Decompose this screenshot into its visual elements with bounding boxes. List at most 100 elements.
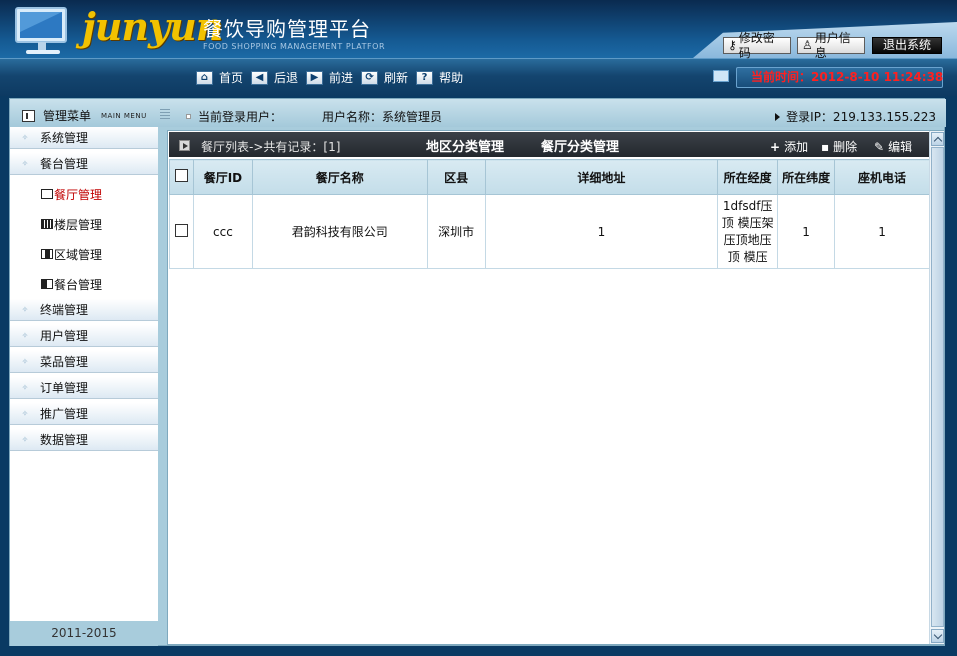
row-checkbox[interactable] xyxy=(174,223,188,237)
app-header: junyun 餐饮导购管理平台 FOOD SHOPPING MANAGEMENT… xyxy=(0,0,957,96)
row-select-cell xyxy=(169,194,194,269)
column-header[interactable]: 座机电话 xyxy=(834,159,930,195)
change-password-button[interactable]: ⚷ 修改密码 xyxy=(723,31,791,60)
column-header[interactable]: 所在纬度 xyxy=(777,159,836,195)
current-user-label: 当前登录用户： xyxy=(198,110,283,124)
sidebar-group-label: 菜品管理 xyxy=(40,355,89,369)
nav-back-button[interactable]: ◀ 后退 xyxy=(251,69,298,86)
monitor-logo-icon xyxy=(15,7,67,54)
table-header-row: 餐厅ID 餐厅名称 区县 详细地址 所在经度 所在纬度 座机电话 xyxy=(169,159,930,195)
brand-logo-text: junyun xyxy=(82,4,223,49)
menu-title: 管理菜单 xyxy=(43,109,92,123)
diamond-icon: ✧ xyxy=(21,305,29,314)
info-bar: 管理菜单 MAIN MENU 当前登录用户： 用户名称：系统管理员 登录IP：2… xyxy=(10,99,946,127)
app-title: 餐饮导购管理平台 xyxy=(203,17,371,41)
sidebar-group-data[interactable]: ✧ 数据管理 xyxy=(10,429,158,451)
area-icon xyxy=(41,249,53,259)
nav-forward-button[interactable]: ▶ 前进 xyxy=(306,69,353,86)
logout-label: 退出系统 xyxy=(882,38,931,52)
cell-latitude: 1 xyxy=(777,194,836,269)
sidebar-group-label: 终端管理 xyxy=(40,303,89,317)
cell-district: 深圳市 xyxy=(426,194,486,269)
scroll-down-arrow-icon[interactable] xyxy=(931,629,944,643)
logout-button[interactable]: 退出系统 xyxy=(872,37,942,54)
user-info-label: 用户信息 xyxy=(814,30,851,60)
select-all-cell xyxy=(169,159,194,195)
user-info-button[interactable]: ♙ 用户信息 xyxy=(797,31,865,60)
sidebar-group-label: 餐台管理 xyxy=(40,157,89,171)
sidebar-group-terminal[interactable]: ✧ 终端管理 xyxy=(10,299,158,321)
add-button[interactable]: + 添加 xyxy=(770,138,808,155)
arrow-right-icon: ▶ xyxy=(306,70,324,85)
list-record-count: 餐厅列表->共有记录：[1] xyxy=(201,140,341,154)
help-icon: ? xyxy=(416,70,434,85)
cell-name: 君韵科技有限公司 xyxy=(251,194,428,269)
grid-icon xyxy=(41,219,53,229)
table-icon xyxy=(41,279,53,289)
app-subtitle: FOOD SHOPPING MANAGEMENT PLATFOR xyxy=(203,42,385,51)
nav-refresh-button[interactable]: ⟳ 刷新 xyxy=(361,69,408,86)
table-row[interactable]: ccc 君韵科技有限公司 深圳市 1 1dfsdf压顶 模压架压顶地压顶 模压 … xyxy=(169,194,930,269)
change-password-label: 修改密码 xyxy=(738,30,775,60)
diamond-icon: ✧ xyxy=(21,357,29,366)
nav-home-button[interactable]: ⌂ 首页 xyxy=(196,69,243,86)
column-header[interactable]: 所在经度 xyxy=(717,159,779,195)
column-header[interactable]: 详细地址 xyxy=(484,159,719,195)
menu-subtitle: MAIN MENU xyxy=(101,111,147,120)
nav-home-label: 首页 xyxy=(219,71,244,85)
sidebar-footer: 2011-2015 xyxy=(10,621,158,646)
scroll-thumb[interactable] xyxy=(931,147,944,627)
restaurant-table: 餐厅ID 餐厅名称 区县 详细地址 所在经度 所在纬度 座机电话 ccc 君韵科… xyxy=(169,159,930,269)
nav-back-label: 后退 xyxy=(274,71,299,85)
sidebar-group-dishes[interactable]: ✧ 菜品管理 xyxy=(10,351,158,373)
sidebar-item-label: 餐台管理 xyxy=(54,277,103,292)
sidebar-item-floor[interactable]: 楼层管理 xyxy=(10,209,158,239)
column-header[interactable]: 餐厅ID xyxy=(192,159,253,195)
column-header[interactable]: 餐厅名称 xyxy=(251,159,428,195)
nav-refresh-label: 刷新 xyxy=(384,71,409,85)
sidebar-item-area[interactable]: 区域管理 xyxy=(10,239,158,269)
diamond-icon: ✧ xyxy=(21,133,29,142)
bullet-icon xyxy=(186,114,191,119)
diamond-icon: ✧ xyxy=(21,331,29,340)
user-icon: ♙ xyxy=(802,38,813,52)
nav-help-button[interactable]: ? 帮助 xyxy=(416,69,463,86)
screen-icon xyxy=(713,70,729,82)
current-login-user: 当前登录用户： xyxy=(186,108,282,125)
cell-id: ccc xyxy=(192,194,253,269)
add-label: 添加 xyxy=(784,140,809,154)
user-name-label: 用户名称：系统管理员 xyxy=(322,110,443,124)
scroll-up-arrow-icon[interactable] xyxy=(931,132,944,146)
sidebar-group-orders[interactable]: ✧ 订单管理 xyxy=(10,377,158,399)
nav-toolbar: ⌂ 首页 ◀ 后退 ▶ 前进 ⟳ 刷新 ? 帮助 xyxy=(196,69,471,86)
content-panel: 餐厅列表->共有记录：[1] 地区分类管理 餐厅分类管理 + 添加 ▪ 删除 ✎… xyxy=(167,130,944,645)
edit-label: 编辑 xyxy=(888,140,913,154)
delete-button[interactable]: ▪ 删除 xyxy=(821,138,857,155)
sidebar-item-table[interactable]: 餐台管理 xyxy=(10,269,158,299)
tab-region-category[interactable]: 地区分类管理 xyxy=(426,136,504,155)
sidebar-group-promotion[interactable]: ✧ 推广管理 xyxy=(10,403,158,425)
select-all-checkbox[interactable] xyxy=(174,169,188,182)
sidebar-group-label: 系统管理 xyxy=(40,131,89,145)
delete-label: 删除 xyxy=(833,140,858,154)
sidebar-group-label: 推广管理 xyxy=(40,407,89,421)
login-ip: 登录IP：219.133.155.223 xyxy=(775,108,936,125)
sidebar-group-label: 订单管理 xyxy=(40,381,89,395)
edit-button[interactable]: ✎ 编辑 xyxy=(874,138,912,155)
column-header[interactable]: 区县 xyxy=(426,159,486,195)
tab-restaurant-category[interactable]: 餐厅分类管理 xyxy=(541,136,619,155)
diamond-icon: ✧ xyxy=(21,409,29,418)
sidebar-group-system[interactable]: ✧ 系统管理 xyxy=(10,127,158,149)
sidebar-group-label: 数据管理 xyxy=(40,433,89,447)
sidebar-item-restaurant[interactable]: 餐厅管理 xyxy=(10,179,158,209)
triangle-bullet-icon xyxy=(775,112,781,121)
diamond-icon: ✧ xyxy=(21,435,29,444)
sidebar-item-label: 区域管理 xyxy=(54,247,103,262)
vertical-scrollbar[interactable] xyxy=(929,131,944,644)
refresh-icon: ⟳ xyxy=(361,70,379,85)
sidebar-group-users[interactable]: ✧ 用户管理 xyxy=(10,325,158,347)
square-icon xyxy=(41,189,53,199)
diamond-icon: ✧ xyxy=(21,159,29,168)
play-icon xyxy=(179,140,190,151)
sidebar-group-table[interactable]: ✧ 餐台管理 xyxy=(10,153,158,175)
